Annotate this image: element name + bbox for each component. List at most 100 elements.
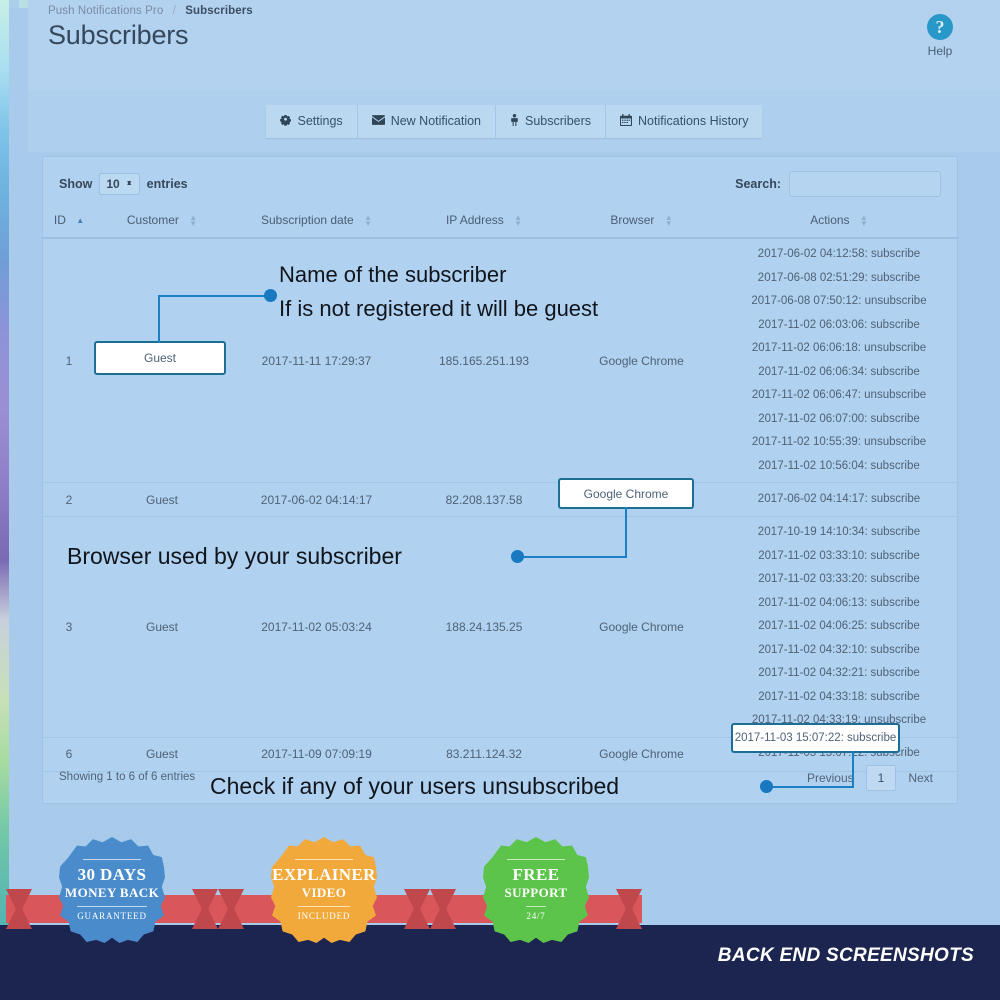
badge-line1: 30 DAYS (77, 865, 147, 884)
sort-icon-ip-address: ▲ ▼ (514, 212, 523, 228)
tab-new-notification-label: New Notification (390, 114, 482, 128)
column-header-customer[interactable]: Customer ▲ ▼ (95, 207, 229, 239)
column-label-id: ID (53, 213, 66, 227)
row-cell-browser: Google Chrome (564, 238, 719, 483)
column-label-customer: Customer (126, 213, 179, 227)
callout-line-action-vertical (852, 751, 854, 788)
tab-notifications-history[interactable]: Notifications History (606, 104, 763, 138)
calendar-icon (620, 113, 633, 129)
callout-text-customer-line1: Name of the subscriber (279, 262, 507, 287)
gear-icon (279, 114, 292, 129)
tab-settings[interactable]: Settings (265, 104, 358, 138)
action-entry: 2017-11-02 04:32:10: subscribe (758, 643, 920, 656)
column-header-subscription-date[interactable]: Subscription date ▲ ▼ (229, 207, 404, 239)
help-label: Help (927, 44, 953, 58)
column-label-browser: Browser (610, 213, 655, 227)
action-entry: 2017-11-02 04:06:13: subscribe (758, 596, 920, 609)
highlight-box-action: 2017-11-03 15:07:22: subscribe (731, 723, 900, 753)
page-length-select[interactable]: 10 ▲ ▼ (99, 173, 140, 195)
help-button[interactable]: ? Help (912, 14, 968, 58)
row-cell-subscription-date: 2017-06-02 04:14:17 (229, 482, 404, 517)
breadcrumb-current: Subscribers (185, 5, 253, 17)
column-header-browser[interactable]: Browser ▲ ▼ (564, 207, 719, 239)
promo-badge: 30 DAYS MONEY BACK GUARANTEED (6, 837, 218, 957)
sort-asc-icon: ▲ (76, 215, 85, 225)
badge-line3: 24/7 (526, 906, 546, 921)
callout-text-action: Check if any of your users unsubscribed (210, 773, 620, 799)
screenshot-root: Push Notifications Pro / Subscribers Sub… (0, 0, 1000, 1000)
table-row[interactable]: 2Guest2017-06-02 04:14:1782.208.137.58 Go… (43, 482, 959, 517)
sort-icon-browser: ▲ ▼ (664, 212, 673, 228)
badge-seal: 30 DAYS MONEY BACK GUARANTEED (59, 837, 165, 943)
callout-line-action-horizontal (770, 786, 854, 788)
breadcrumb-parent[interactable]: Push Notifications Pro (48, 5, 163, 17)
row-cell-actions: 2017-06-02 04:14:17: subscribe (719, 482, 959, 517)
sort-icon-subscription-date: ▲ ▼ (364, 212, 372, 228)
action-entry: 2017-06-02 04:14:17: subscribe (757, 492, 921, 505)
column-label-actions: Actions (810, 213, 850, 227)
action-entry: 2017-11-02 03:33:10: subscribe (758, 549, 920, 562)
highlight-box-browser: Google Chrome (558, 478, 694, 509)
promo-caption: BACK END SCREENSHOTS (717, 945, 974, 966)
subscribers-table: ID ▲ Customer ▲ ▼ Subscription date ▲ ▼ IP… (43, 207, 959, 772)
column-header-ip-address[interactable]: IP Address ▲ ▼ (404, 207, 564, 239)
badge-line3: GUARANTEED (77, 906, 147, 921)
promo-badge: FREE SUPPORT 24/7 (430, 837, 642, 957)
show-label: Show (59, 177, 93, 191)
toolbar: Settings New Notification Subscribers No… (28, 90, 1000, 152)
entries-label: entries (146, 177, 188, 191)
pagination-page-1[interactable]: 1 (865, 765, 897, 791)
callout-text-browser: Browser used by your subscriber (67, 543, 402, 569)
column-header-id[interactable]: ID ▲ (43, 207, 95, 239)
tab-subscribers[interactable]: Subscribers (496, 104, 607, 138)
badge-line2: MONEY BACK (64, 885, 160, 900)
action-entry: 2017-11-02 10:55:39: unsubscribe (751, 436, 927, 448)
callout-line-browser-vertical (625, 507, 627, 558)
badge-seal: FREE SUPPORT 24/7 (483, 837, 589, 943)
action-entry: 2017-11-02 03:33:20: subscribe (758, 573, 920, 585)
help-icon: ? (927, 14, 953, 40)
envelope-icon (371, 114, 385, 128)
badge-line3: INCLUDED (297, 906, 351, 921)
page-title: Subscribers (48, 20, 189, 50)
tab-new-notification[interactable]: New Notification (357, 104, 497, 138)
tab-settings-label: Settings (297, 114, 343, 128)
action-entry: 2017-11-02 06:06:18: unsubscribe (751, 342, 927, 354)
action-entry: 2017-11-02 06:07:00: subscribe (758, 412, 920, 425)
action-entry: 2017-06-08 07:50:12: unsubscribe (751, 295, 927, 307)
badge-seal: EXPLAINER VIDEO INCLUDED (271, 837, 377, 943)
action-entry: 2017-11-02 06:06:34: subscribe (758, 365, 920, 378)
sort-icon-customer: ▲ ▼ (189, 212, 198, 228)
search-input[interactable] (789, 171, 941, 197)
table-header: ID ▲ Customer ▲ ▼ Subscription date ▲ ▼ IP… (43, 207, 959, 239)
column-header-actions[interactable]: Actions ▲ ▼ (719, 207, 959, 239)
action-entry: 2017-06-02 04:12:58: subscribe (757, 248, 921, 260)
action-entry: 2017-11-02 04:33:18: subscribe (758, 690, 920, 703)
tab-subscribers-label: Subscribers (525, 114, 592, 128)
callout-line-customer-vertical (158, 296, 160, 343)
row-cell-id: 2 (43, 482, 95, 517)
action-entry: 2017-11-02 06:06:47: unsubscribe (751, 389, 927, 401)
callout-dot-customer (264, 289, 277, 302)
promo-badge: EXPLAINER VIDEO INCLUDED (218, 837, 430, 957)
row-cell-customer: Guest (95, 482, 229, 517)
highlight-action-text: 2017-11-03 15:07:22: subscribe (734, 732, 897, 744)
page-length-value: 10 (106, 177, 120, 191)
page-header: Push Notifications Pro / Subscribers Sub… (28, 0, 1000, 90)
action-entry: 2017-11-02 10:56:04: subscribe (758, 459, 920, 472)
tab-notifications-history-label: Notifications History (638, 114, 749, 128)
action-entry: 2017-11-02 04:06:25: subscribe (758, 620, 920, 632)
badge-line1: FREE (512, 865, 560, 884)
callout-line-browser-horizontal (521, 556, 627, 558)
datatable-controls: Show 10 ▲ ▼ entries Search: (43, 157, 957, 207)
highlight-box-customer: Guest (94, 341, 226, 375)
pagination-next[interactable]: Next (898, 765, 943, 791)
callout-dot-action (760, 780, 773, 793)
subscribers-panel: Show 10 ▲ ▼ entries Search: ID ▲ Custome… (42, 156, 959, 804)
breadcrumb-separator: / (172, 5, 176, 17)
row-cell-actions: 2017-06-02 04:12:58: subscribe 2017-06-08… (719, 238, 959, 483)
highlight-browser-text: Google Chrome (583, 486, 669, 501)
toolbar-tab-group: Settings New Notification Subscribers No… (265, 104, 763, 138)
showing-entries-info: Showing 1 to 6 of 6 entries (59, 771, 196, 783)
page-length-control: Show 10 ▲ ▼ entries (59, 173, 188, 195)
